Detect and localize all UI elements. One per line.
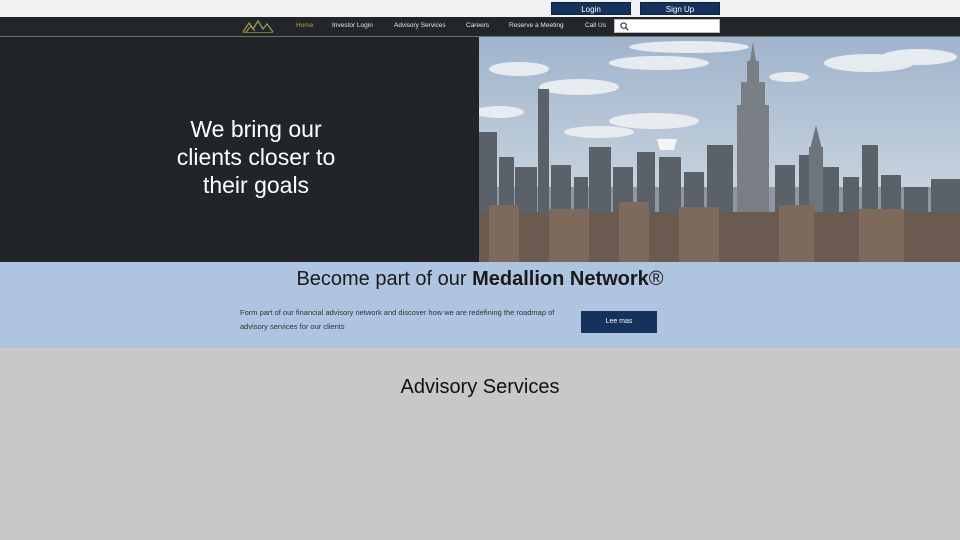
main-navigation: Home Investor Login Advisory Services Ca… [0,17,960,37]
network-title-prefix: Become part of our [296,268,473,290]
hero-panel: We bring our clients closer to their goa… [0,37,479,262]
nav-item-home[interactable]: Home [296,22,313,29]
nav-item-advisory-services[interactable]: Advisory Services [394,22,446,29]
nav-item-reserve-meeting[interactable]: Reserve a Meeting [509,22,564,29]
city-skyline-image [479,37,960,262]
search-box[interactable] [614,19,720,33]
network-description: Form part of our financial advisory netw… [240,308,555,331]
read-more-button[interactable]: Lee mas [581,311,657,333]
network-title-brand: Medallion Network [472,268,649,290]
advisory-title: Advisory Services [400,376,560,398]
nav-item-careers[interactable]: Careers [466,22,489,29]
nav-item-investor-login[interactable]: Investor Login [332,22,373,29]
hero-title: We bring our clients closer to their goa… [176,116,336,198]
search-icon[interactable] [620,22,629,31]
search-input[interactable] [633,21,717,31]
mountain-logo-icon[interactable] [242,19,274,34]
network-title-suffix: ® [648,268,664,290]
signup-button[interactable]: Sign Up [640,2,720,15]
network-section: Become part of our Medallion Network® Fo… [0,262,960,348]
network-title: Become part of our Medallion Network® [0,268,960,291]
advisory-section: Advisory Services [0,348,960,540]
top-utility-bar: Login Sign Up [0,0,960,17]
login-button[interactable]: Login [551,2,631,15]
nav-item-call-us[interactable]: Call Us [585,22,606,29]
